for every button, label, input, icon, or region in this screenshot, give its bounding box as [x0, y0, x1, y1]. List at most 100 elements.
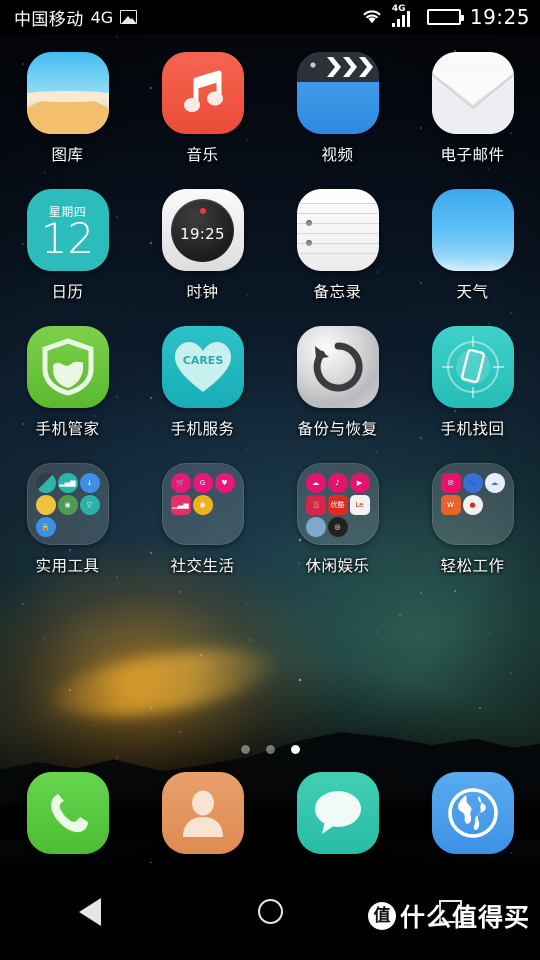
status-bar[interactable]: 中国移动 4G 4G 19:25 [0, 0, 540, 34]
app-weather[interactable]: 天气 [405, 189, 540, 326]
backup-restore-icon [296, 326, 379, 408]
app-row: 图库 音乐 视频 电子邮件 [0, 52, 540, 189]
app-calendar[interactable]: 星期四 12 日历 [0, 189, 135, 326]
dock-item-browser[interactable] [405, 772, 540, 854]
dock-item-contacts[interactable] [135, 772, 270, 854]
calendar-icon: 星期四 12 [26, 189, 109, 271]
calendar-day: 12 [40, 214, 95, 264]
signal-network-label: 4G [391, 4, 406, 14]
app-music[interactable]: 音乐 [135, 52, 270, 189]
app-phone-manager[interactable]: 手机管家 [0, 326, 135, 463]
recorder-app-icon: ● [462, 495, 483, 515]
phone-screen: 中国移动 4G 4G 19:25 图库 音乐 视频 电子邮件 星期四 12 日历… [0, 0, 540, 960]
app-label: 休闲娱乐 [305, 557, 370, 575]
image-icon [120, 10, 138, 24]
reader-app-icon: 📕 [305, 495, 326, 515]
clock-alarm-dot [199, 207, 206, 214]
app-phone-service[interactable]: CARES 手机服务 [135, 326, 270, 463]
clock-icon: 19:25 [161, 189, 244, 271]
folder-entertainment[interactable]: ☁ ♪ ▶ 📕 优酷 Le ◎ 休闲娱乐 [270, 463, 405, 600]
app-label: 手机找回 [440, 420, 505, 438]
app-clock[interactable]: 19:25 时钟 [135, 189, 270, 326]
nav-recents-button[interactable] [360, 900, 540, 923]
clock-face: 19:25 [171, 198, 234, 262]
email-icon [431, 52, 514, 134]
taobao-icon: 🛒 [170, 473, 191, 493]
app-find-my-phone[interactable]: 手机找回 [405, 326, 540, 463]
music-app-icon: ♪ [327, 473, 348, 493]
status-bar-clock: 19:25 [469, 5, 530, 29]
message-bubble-icon [296, 772, 379, 854]
music-icon [161, 52, 244, 134]
back-triangle-icon [79, 897, 101, 926]
dock [0, 763, 540, 863]
game-avatar-icon [305, 517, 326, 537]
game-app-icon: ☁ [305, 473, 326, 493]
app-backup-restore[interactable]: 备份与恢复 [270, 326, 405, 463]
app-notes[interactable]: 备忘录 [270, 189, 405, 326]
gallery-icon [26, 52, 109, 134]
dock-item-messaging[interactable] [270, 772, 405, 854]
page-dot-2[interactable] [265, 745, 275, 754]
wifi-icon [361, 7, 383, 28]
cellular-signal-icon: 4G [391, 4, 418, 27]
folder-icon: ▂▄▆ ↓ ◉ ▽ 🔒 [26, 463, 109, 545]
network-type-label: 4G [90, 7, 114, 27]
letv-icon: Le [349, 495, 370, 515]
battery-icon [426, 9, 464, 25]
app-label: 时钟 [186, 283, 219, 301]
youku-icon: 优酷 [327, 495, 348, 515]
compass-icon: ◉ [57, 495, 78, 515]
find-my-phone-icon [431, 326, 514, 408]
dark-app-icon: ◎ [327, 517, 348, 537]
app-label: 图库 [51, 146, 84, 164]
clock-time: 19:25 [180, 225, 225, 243]
folder-icon: ☁ ♪ ▶ 📕 优酷 Le ◎ [296, 463, 379, 545]
app-label: 视频 [321, 146, 354, 164]
shopping-app-icon: ♥ [214, 473, 235, 493]
navigation-bar [0, 863, 540, 960]
folder-social-life[interactable]: 🛒 G ♥ ▁▃▅ ◉ 社交生活 [135, 463, 270, 600]
downloads-icon: ↓ [79, 473, 100, 493]
carrier-name: 中国移动 [14, 9, 84, 30]
app-label: 天气 [456, 283, 489, 301]
baidu-icon: 🐾 [462, 473, 483, 493]
app-row: 星期四 12 日历 19:25 时钟 备忘录 天气 [0, 189, 540, 326]
cloud-app-icon: ☁ [484, 473, 505, 493]
folder-utility-tools[interactable]: ▂▄▆ ↓ ◉ ▽ 🔒 实用工具 [0, 463, 135, 600]
contacts-icon [161, 772, 244, 854]
sound-recorder-icon: ▂▄▆ [57, 473, 78, 493]
video-app-icon: ▶ [349, 473, 370, 493]
phone-icon [26, 772, 109, 854]
status-bar-right: 4G 19:25 [361, 5, 530, 29]
app-video[interactable]: 视频 [270, 52, 405, 189]
folder-work[interactable]: ✉ 🐾 ☁ W ● 轻松工作 [405, 463, 540, 600]
app-gallery[interactable]: 图库 [0, 52, 135, 189]
globe-icon [431, 772, 514, 854]
page-indicator[interactable] [0, 745, 540, 754]
page-dot-1[interactable] [240, 745, 250, 754]
app-label: 手机管家 [35, 420, 100, 438]
recents-square-icon [438, 900, 462, 923]
app-label: 实用工具 [35, 557, 100, 575]
wps-office-icon: W [440, 495, 461, 515]
weibo-icon: ◉ [192, 495, 213, 515]
page-dot-3-active[interactable] [290, 745, 300, 754]
phone-manager-icon [26, 326, 109, 408]
nav-home-button[interactable] [180, 899, 360, 924]
folder-icon: ✉ 🐾 ☁ W ● [431, 463, 514, 545]
app-label: 社交生活 [170, 557, 235, 575]
social-app-icon: G [192, 473, 213, 493]
dock-item-phone[interactable] [0, 772, 135, 854]
home-circle-icon [257, 899, 283, 924]
sim-toolkit-icon [35, 495, 56, 515]
app-label: 手机服务 [170, 420, 235, 438]
app-email[interactable]: 电子邮件 [405, 52, 540, 189]
nav-back-button[interactable] [0, 897, 180, 926]
video-icon [296, 52, 379, 134]
app-label: 日历 [51, 283, 84, 301]
torch-icon: ▽ [79, 495, 100, 515]
cares-badge-text: CARES [182, 354, 223, 367]
app-label: 音乐 [186, 146, 219, 164]
mail-app-icon: ✉ [440, 473, 461, 493]
